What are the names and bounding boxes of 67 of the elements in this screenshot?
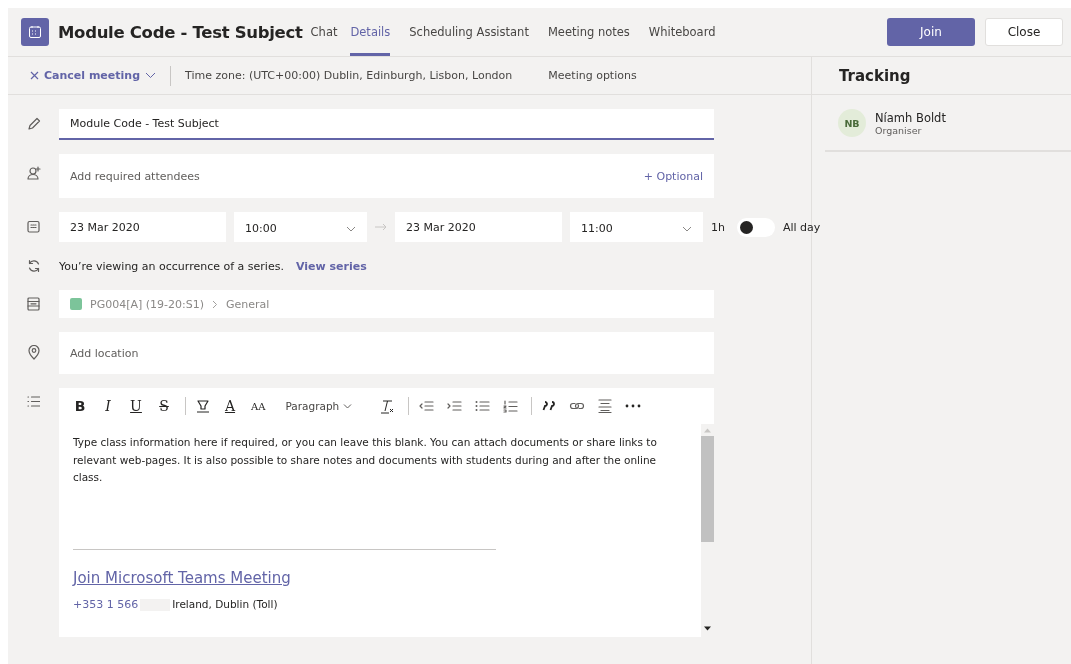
view-series-link[interactable]: View series <box>295 259 367 273</box>
time-zone-label: Time zone: (UTC+00:00) Dublin, Edinburgh, Lisbon, London <box>185 69 513 82</box>
all-day-label: All day <box>783 220 821 234</box>
all-day-toggle[interactable] <box>737 217 775 237</box>
chevron-down-icon <box>346 225 356 232</box>
series-note: You’re viewing an occurrence of a series. <box>59 259 284 273</box>
numbered-list-icon[interactable] <box>503 399 519 413</box>
italic-button[interactable]: I <box>101 396 115 416</box>
title-field[interactable]: Module Code - Test Subject <box>59 109 714 140</box>
tab[interactable]: Whiteboard <box>648 8 716 56</box>
description-editor[interactable] <box>59 388 714 637</box>
arrow-right-icon <box>375 223 387 231</box>
bold-button[interactable]: B <box>73 396 87 416</box>
chevron-right-icon <box>212 299 218 309</box>
add-person-icon <box>26 166 41 181</box>
calendar-icon <box>27 220 40 233</box>
clear-formatting-icon[interactable] <box>379 398 396 414</box>
tab[interactable]: Scheduling Assistant <box>409 8 529 56</box>
pencil-icon <box>26 117 41 131</box>
underline-button[interactable]: U <box>129 396 143 416</box>
tab[interactable]: Meeting notes <box>547 8 630 56</box>
chevron-down-icon <box>682 225 692 232</box>
duration-label: 1h <box>711 220 725 234</box>
tracking-heading: Tracking <box>812 57 1071 95</box>
channel-field[interactable]: PG004[A] (19-20:S1) General <box>59 290 714 318</box>
location-field[interactable]: Add location <box>59 332 714 374</box>
end-date-field[interactable]: 23 Mar 2020 <box>395 212 562 242</box>
end-time-dropdown[interactable]: 11:00 <box>570 212 703 242</box>
optional-attendees-link[interactable]: + Optional <box>643 169 703 183</box>
list-icon <box>27 396 40 407</box>
strikethrough-button[interactable]: S <box>157 396 171 416</box>
align-icon[interactable] <box>598 399 613 413</box>
chevron-down-icon <box>145 72 157 79</box>
start-date-field[interactable]: 23 Mar 2020 <box>59 212 226 242</box>
phone-number[interactable]: +353 1 566 <box>73 596 139 614</box>
person-name: Níamh Boldt <box>875 110 946 125</box>
font-size-button[interactable]: AA <box>251 396 266 416</box>
repeat-icon <box>26 259 41 273</box>
quote-icon[interactable] <box>542 401 557 411</box>
scrollbar[interactable] <box>701 424 714 637</box>
scroll-down-icon <box>704 626 711 631</box>
scroll-up-icon <box>704 428 711 433</box>
phone-location: Ireland, Dublin (Toll) <box>172 597 278 612</box>
channel-icon <box>27 297 40 311</box>
cancel-meeting-button[interactable]: Cancel meeting <box>30 69 157 82</box>
more-options-icon[interactable] <box>625 404 642 408</box>
close-icon <box>30 71 39 80</box>
link-icon[interactable] <box>569 400 586 412</box>
chevron-down-icon <box>343 403 353 409</box>
paragraph-dropdown[interactable]: Paragraph <box>285 400 366 412</box>
person-role: Organiser <box>875 124 923 136</box>
underline-button[interactable]: A <box>223 396 237 416</box>
tab[interactable]: Details <box>350 8 391 56</box>
avatar: NB <box>838 109 866 137</box>
join-button[interactable]: Join <box>887 18 975 46</box>
close-button[interactable]: Close <box>985 18 1063 46</box>
description-text: Type class information here if required, or you can leave this blank. You can attach documents or share links to relevant web-pages. It is also possible to share notes and documents with students during and after the online class. <box>73 435 658 485</box>
bulleted-list-icon[interactable] <box>475 400 491 412</box>
tab[interactable]: Chat <box>310 8 338 56</box>
join-meeting-link[interactable]: Join Microsoft Teams Meeting <box>73 568 291 587</box>
start-time-dropdown[interactable]: 10:00 <box>234 212 367 242</box>
highlighter-icon[interactable] <box>196 399 210 413</box>
calendar-icon <box>21 18 49 46</box>
meeting-title: Module Code - Test Subject <box>58 22 303 42</box>
attendees-field[interactable]: Add required attendees + Optional <box>59 154 714 198</box>
location-icon <box>27 345 40 360</box>
meeting-options-link[interactable]: Meeting options <box>548 69 637 82</box>
